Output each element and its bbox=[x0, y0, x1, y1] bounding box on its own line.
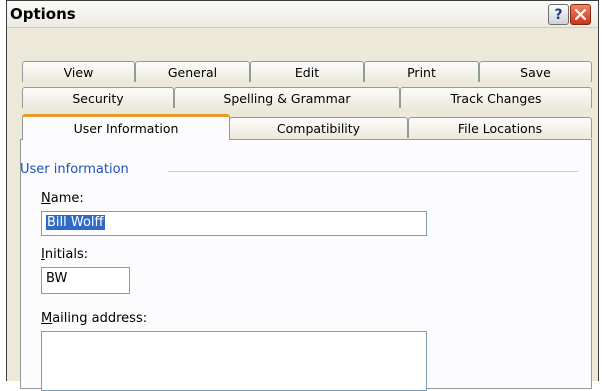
tab-file-locations[interactable]: File Locations bbox=[408, 117, 592, 138]
tab-save[interactable]: Save bbox=[479, 61, 592, 82]
initials-label-text: nitials: bbox=[44, 247, 89, 262]
name-label: Name: bbox=[41, 191, 84, 206]
tab-edit[interactable]: Edit bbox=[250, 61, 364, 82]
title-bar[interactable]: Options ? bbox=[7, 1, 598, 28]
group-label-user-information: User information bbox=[20, 162, 129, 177]
tab-print[interactable]: Print bbox=[364, 61, 479, 82]
group-divider bbox=[168, 171, 578, 172]
tab-view[interactable]: View bbox=[22, 61, 135, 82]
tab-spelling-grammar[interactable]: Spelling & Grammar bbox=[174, 87, 400, 108]
tab-label: Compatibility bbox=[276, 120, 361, 136]
tab-security[interactable]: Security bbox=[22, 87, 174, 108]
tab-label: User Information bbox=[73, 121, 179, 136]
name-label-accesskey: N bbox=[41, 191, 51, 206]
initials-label: Initials: bbox=[41, 247, 88, 262]
tab-label: Edit bbox=[294, 64, 320, 80]
tab-compatibility[interactable]: Compatibility bbox=[229, 117, 408, 138]
tab-label: Save bbox=[520, 64, 551, 80]
close-button[interactable] bbox=[570, 4, 591, 25]
tab-label: Track Changes bbox=[450, 90, 542, 106]
dialog-title: Options bbox=[10, 5, 76, 23]
initials-value: BW bbox=[46, 271, 68, 286]
tab-label: Spelling & Grammar bbox=[223, 90, 351, 106]
tab-general[interactable]: General bbox=[135, 61, 250, 82]
name-value: Bill Wolff bbox=[46, 215, 105, 230]
close-icon bbox=[575, 9, 586, 20]
name-label-text: ame: bbox=[50, 191, 84, 206]
tab-label: File Locations bbox=[457, 120, 543, 136]
tab-label: General bbox=[167, 64, 218, 80]
mailing-address-field[interactable] bbox=[41, 331, 427, 391]
mailing-address-label: Mailing address: bbox=[41, 311, 147, 326]
mailing-label-accesskey: M bbox=[41, 311, 53, 326]
tab-label: Security bbox=[72, 90, 124, 106]
tab-track-changes[interactable]: Track Changes bbox=[400, 87, 592, 108]
help-icon: ? bbox=[554, 6, 563, 23]
tab-label: Print bbox=[407, 64, 436, 80]
tab-label: View bbox=[63, 64, 94, 80]
initials-field[interactable]: BW bbox=[41, 267, 130, 294]
help-button[interactable]: ? bbox=[548, 4, 569, 25]
name-field[interactable]: Bill Wolff bbox=[41, 211, 427, 236]
mailing-label-text: ailing address: bbox=[52, 311, 148, 326]
tab-user-information[interactable]: User Information bbox=[22, 114, 230, 140]
options-dialog: Options ? View General Edit Print Save S… bbox=[6, 0, 599, 391]
